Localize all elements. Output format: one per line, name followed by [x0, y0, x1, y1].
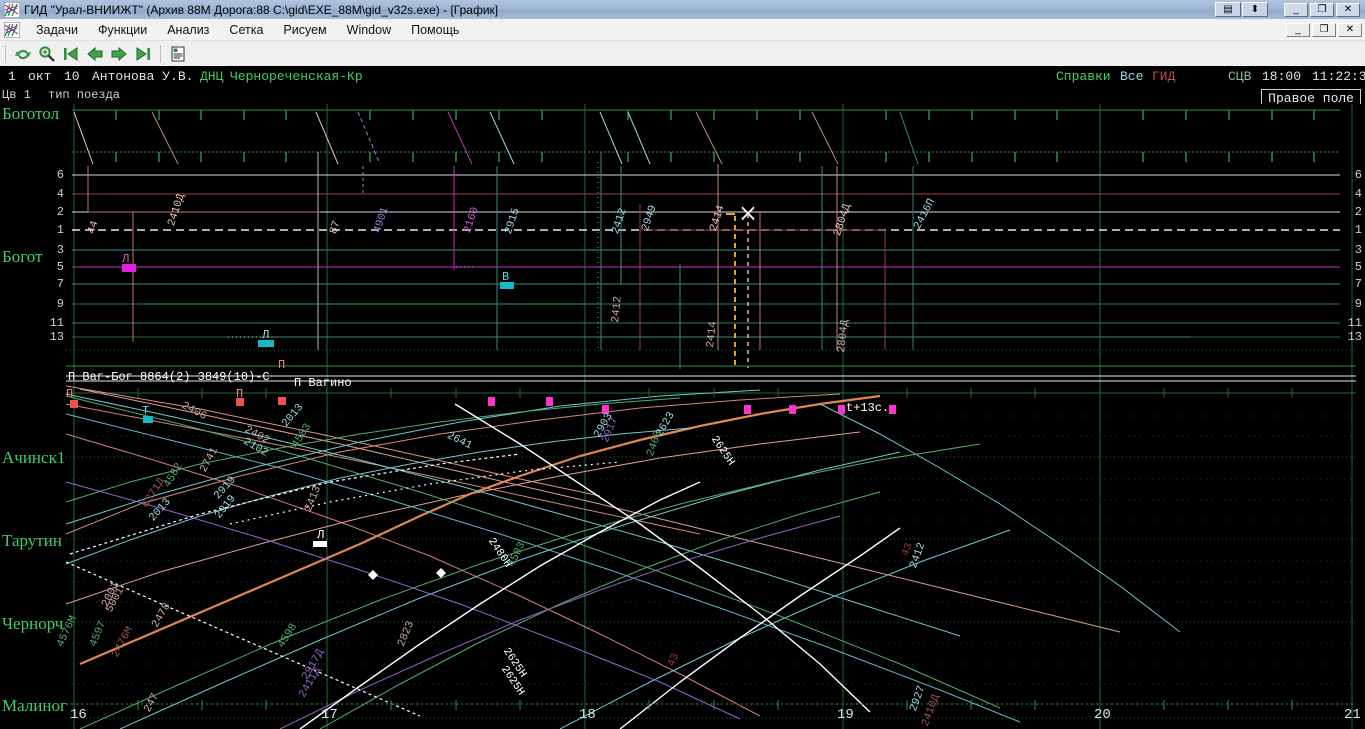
marker-p-top: П — [278, 358, 286, 372]
first-icon[interactable] — [59, 43, 83, 65]
status-operator: Антонова У.В. — [92, 69, 194, 84]
title-spin-button[interactable]: ⬍ — [1242, 2, 1268, 17]
marker-v: В — [502, 270, 510, 284]
status-gid-link[interactable]: ГИД — [1152, 69, 1175, 84]
type-label: тип поезда — [48, 88, 121, 102]
status-year: 10 — [64, 69, 80, 84]
mdi-child-icon[interactable] — [3, 21, 21, 38]
marker-p-mid: П — [236, 387, 244, 401]
status-help-link[interactable]: Справки — [1056, 69, 1111, 84]
station-label-chernorch: Чернорч — [2, 614, 64, 633]
mdi-close-button[interactable]: ✕ — [1338, 22, 1362, 37]
track-number-right-1: 1 — [1354, 223, 1362, 237]
mdi-restore-button[interactable]: ❐ — [1312, 22, 1336, 37]
close-button[interactable]: ✕ — [1336, 2, 1360, 17]
station-label-achinsk1: Ачинск1 — [2, 448, 66, 467]
top-hour-20: 20 — [1094, 104, 1111, 105]
track-number-right-5: 5 — [1354, 260, 1362, 274]
report-icon[interactable] — [166, 43, 190, 65]
x-axis-label-20: 20 — [1094, 707, 1111, 723]
status-info-line: 1 окт 10 Антонова У.В. ДНЦ Чернореченска… — [0, 66, 1365, 90]
note-t-plus-13c: t+13c. — [846, 401, 890, 415]
track-number-7: 7 — [56, 277, 64, 291]
marker-l-lower: Л — [317, 528, 325, 542]
station-label-malinog: Малиног — [2, 696, 67, 715]
secondary-info-line: Цв 1 тип поезда — [0, 88, 1365, 104]
x-axis-label-18: 18 — [579, 707, 596, 723]
station-label-tarutin: Тарутин — [2, 531, 62, 550]
top-hour-17: 17 — [320, 104, 337, 105]
status-role: ДНЦ — [200, 69, 224, 84]
x-axis-label-16: 16 — [70, 707, 87, 723]
status-clock: 11:22:31 — [1312, 69, 1365, 84]
zoom-icon[interactable] — [35, 43, 59, 65]
status-plan-time: 18:00 — [1262, 69, 1302, 84]
track-number-right-6: 6 — [1354, 168, 1362, 182]
track-number-right-2: 2 — [1354, 205, 1362, 219]
note-vag-bog: П Ваг-Бог 8864(2) 3849(10)-С — [68, 370, 270, 384]
track-number-right-7: 7 — [1354, 277, 1362, 291]
track-number-3: 3 — [56, 243, 64, 257]
menu-item-functions[interactable]: Функции — [88, 21, 157, 39]
x-axis-label-21: 21 — [1344, 707, 1361, 723]
menu-bar: Задачи Функции Анализ Сетка Рисуем Windo… — [0, 19, 1365, 41]
status-section: Чернореченская-Кр — [230, 69, 363, 84]
menu-item-analysis[interactable]: Анализ — [157, 21, 219, 39]
station-label-bogot: Богот — [2, 247, 43, 266]
note-vagino: П Вагино — [294, 376, 352, 390]
track-number-right-4: 4 — [1354, 187, 1362, 201]
menu-item-tasks[interactable]: Задачи — [26, 21, 88, 39]
mdi-minimize-button[interactable]: _ — [1286, 22, 1310, 37]
color-label: Цв 1 — [2, 88, 31, 102]
station-label-bogotol: Боготол — [2, 104, 60, 123]
next-icon[interactable] — [107, 43, 131, 65]
top-hour-18: 18 — [578, 104, 595, 105]
menu-item-help[interactable]: Помощь — [401, 21, 469, 39]
refresh-icon[interactable] — [11, 43, 35, 65]
status-day: 1 — [8, 69, 16, 84]
marker-t: Т — [142, 404, 150, 418]
track-number-right-13: 13 — [1347, 330, 1362, 344]
title-list-button[interactable]: ▤ — [1215, 2, 1241, 17]
menu-item-window[interactable]: Window — [337, 21, 401, 39]
status-scb-label: СЦВ — [1228, 69, 1252, 84]
toolbar-separator-left — [5, 44, 6, 63]
x-axis-label-19: 19 — [837, 707, 854, 723]
gid-application-window: ГИД "Урал-ВНИИЖТ" (Архив 88М Дорога:88 C… — [0, 0, 1365, 729]
toolbar — [0, 41, 1365, 67]
marker-p-left: П — [66, 387, 74, 401]
restore-button[interactable]: ❐ — [1310, 2, 1334, 17]
menu-item-grid[interactable]: Сетка — [219, 21, 273, 39]
marker-l-upper: Л — [122, 252, 130, 266]
app-icon — [3, 1, 21, 18]
toolbar-separator-mid — [160, 44, 161, 63]
top-hour-19: 19 — [836, 104, 853, 105]
track-number-right-9: 9 — [1354, 297, 1362, 311]
minimize-button[interactable]: _ — [1284, 2, 1308, 17]
last-icon[interactable] — [131, 43, 155, 65]
window-title: ГИД "Урал-ВНИИЖТ" (Архив 88М Дорога:88 C… — [24, 2, 499, 17]
track-number-9: 9 — [56, 297, 64, 311]
track-number-2: 2 — [56, 205, 64, 219]
track-number-1: 1 — [56, 223, 64, 237]
track-number-13: 13 — [49, 330, 64, 344]
menu-item-draw[interactable]: Рисуем — [273, 21, 336, 39]
track-number-6: 6 — [56, 168, 64, 182]
track-number-5: 5 — [56, 260, 64, 274]
track-number-11: 11 — [49, 316, 64, 330]
track-number-right-11: 11 — [1347, 316, 1362, 330]
track-number-4: 4 — [56, 187, 64, 201]
prev-icon[interactable] — [83, 43, 107, 65]
track-number-right-3: 3 — [1354, 243, 1362, 257]
train-graph-canvas[interactable]: Боготол Богот Ачинск1 Тарутин Чернорч Ма… — [0, 104, 1365, 729]
title-bar: ГИД "Урал-ВНИИЖТ" (Архив 88М Дорога:88 C… — [0, 0, 1365, 19]
top-hour-1: 1 — [70, 104, 78, 105]
marker-l-mid: Л — [262, 328, 270, 342]
status-all-link[interactable]: Все — [1120, 69, 1143, 84]
x-axis-label-17: 17 — [321, 707, 338, 723]
status-month: окт — [28, 69, 52, 84]
